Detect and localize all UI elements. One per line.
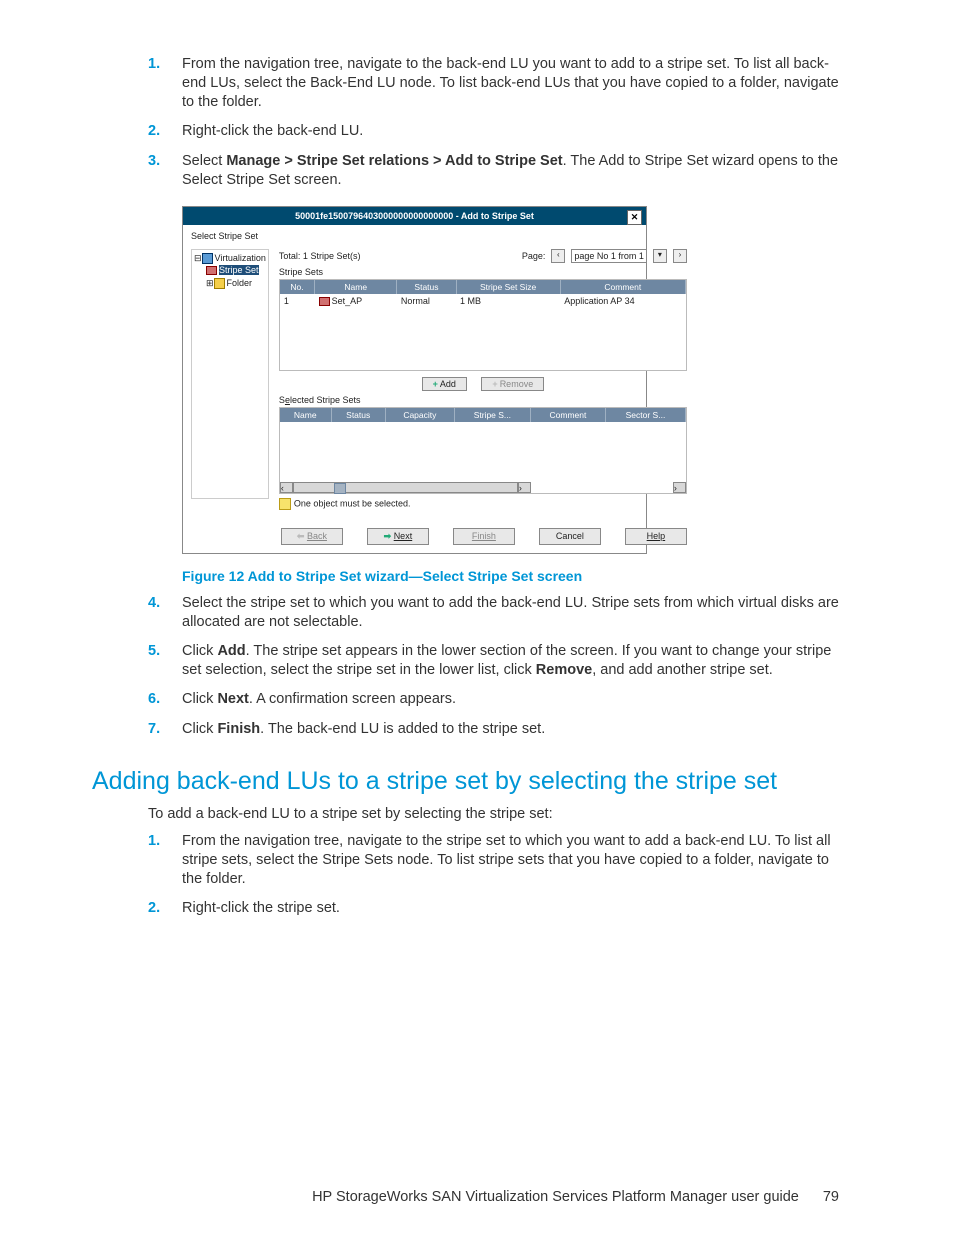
next-button[interactable]: ➡ Next — [367, 528, 429, 545]
wizard-title: 50001fe1500796403000000000000000 - Add t… — [295, 211, 534, 221]
selected-table[interactable]: NameStatusCapacityStripe S...CommentSect… — [279, 407, 687, 494]
scroll-right-icon[interactable]: › — [673, 482, 686, 493]
section-intro: To add a back-end LU to a stripe set by … — [148, 806, 839, 822]
selected-label: Selected Stripe Sets — [279, 395, 687, 405]
help-button[interactable]: Help — [625, 528, 687, 545]
section-heading: Adding back-end LUs to a stripe set by s… — [92, 767, 839, 796]
table-row[interactable]: 1 Set_AP Normal 1 MB Application AP 34 — [280, 294, 686, 308]
back-button[interactable]: ⬅ Back — [281, 528, 343, 545]
step-text: From the navigation tree, navigate to th… — [182, 56, 839, 110]
step-num: 2. — [148, 122, 160, 141]
figure-caption: Figure 12 Add to Stripe Set wizard—Selec… — [182, 568, 839, 584]
add-button[interactable]: +Add — [422, 377, 467, 391]
warning-message: One object must be selected. — [279, 498, 687, 510]
page-label: Page: — [522, 251, 546, 261]
steps-a: 1. From the navigation tree, navigate to … — [92, 55, 839, 190]
finish-button[interactable]: Finish — [453, 528, 515, 545]
disk-icon — [319, 297, 330, 306]
nav-tree[interactable]: ⊟Virtualization Stripe Set ⊞Folder — [191, 249, 269, 499]
step-text: Select Manage > Stripe Set relations > A… — [182, 153, 838, 188]
scroll-left-icon[interactable]: ‹ — [280, 482, 293, 493]
remove-button[interactable]: +Remove — [481, 377, 544, 391]
wizard-screenshot: 50001fe1500796403000000000000000 - Add t… — [182, 206, 647, 554]
page-field[interactable]: page No 1 from 1 — [571, 249, 647, 263]
step-text: Right-click the back-end LU. — [182, 123, 363, 139]
wizard-titlebar: 50001fe1500796403000000000000000 - Add t… — [183, 207, 646, 225]
step-num: 1. — [148, 55, 160, 74]
page-next-button[interactable]: › — [673, 249, 687, 263]
page-footer: HP StorageWorks SAN Virtualization Servi… — [312, 1189, 839, 1205]
stripe-sets-table[interactable]: No.NameStatusStripe Set SizeComment 1 Se… — [279, 279, 687, 371]
step-num: 3. — [148, 152, 160, 171]
total-label: Total: 1 Stripe Set(s) — [279, 251, 361, 261]
wizard-step-label: Select Stripe Set — [191, 231, 638, 241]
page-prev-button[interactable]: ‹ — [551, 249, 565, 263]
warning-icon — [279, 498, 291, 510]
page-dropdown-button[interactable]: ▾ — [653, 249, 667, 263]
scrollbar[interactable]: ‹ › › — [280, 482, 686, 493]
steps-b: 4.Select the stripe set to which you wan… — [92, 594, 839, 739]
scroll-right-icon[interactable]: › — [518, 482, 531, 493]
cancel-button[interactable]: Cancel — [539, 528, 601, 545]
steps-c: 1.From the navigation tree, navigate to … — [92, 832, 839, 919]
close-icon[interactable]: ✕ — [627, 210, 642, 225]
stripe-sets-label: Stripe Sets — [279, 267, 687, 277]
